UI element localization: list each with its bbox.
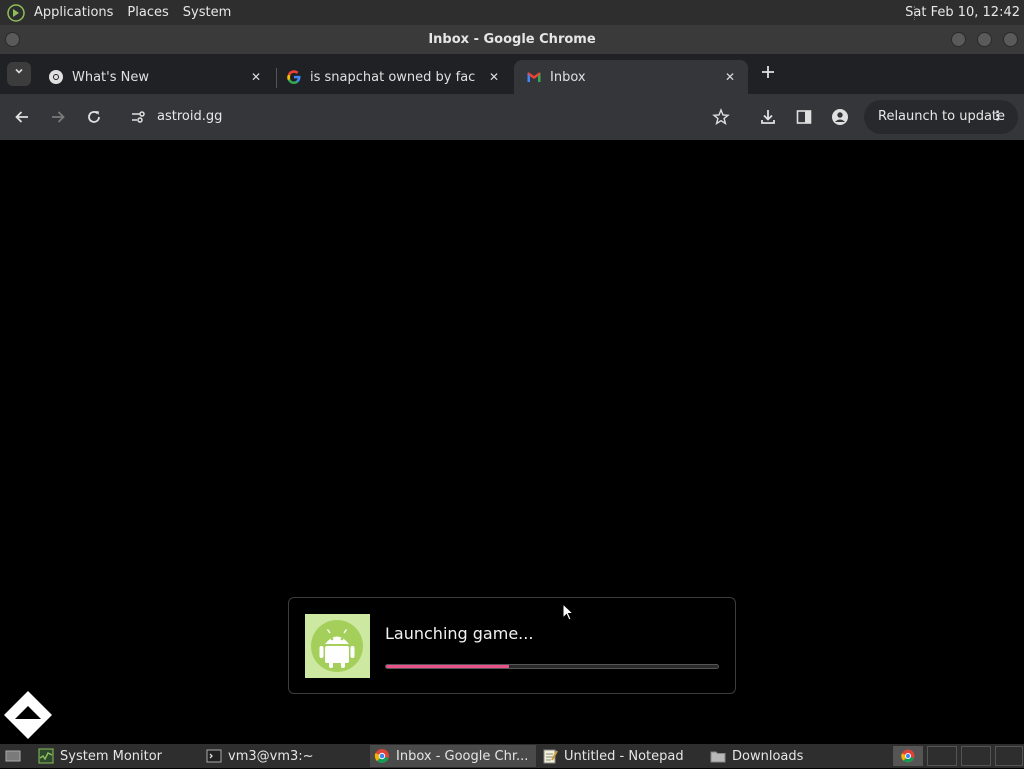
relaunch-to-update-button[interactable]: Relaunch to update ⋮ <box>864 100 1018 134</box>
task-terminal[interactable]: vm3@vm3:~ <box>202 745 366 767</box>
task-notepad[interactable]: Untitled - Notepad <box>538 745 702 767</box>
menu-system[interactable]: System <box>176 0 238 25</box>
url-text[interactable]: astroid.gg <box>157 100 222 134</box>
task-label: Downloads <box>732 748 804 764</box>
clock[interactable]: Sat Feb 10, 12:42 <box>905 0 1020 25</box>
notepad-icon <box>543 749 558 764</box>
window-menu-button[interactable] <box>5 32 20 47</box>
close-tab-icon[interactable]: ✕ <box>248 69 264 85</box>
arrow-left-icon <box>15 111 28 123</box>
chevron-down-icon <box>15 68 23 74</box>
top-panel: Applications Places System Sat Feb 10, 1… <box>0 0 1024 25</box>
profile-button[interactable] <box>828 105 852 129</box>
arrow-right-icon <box>52 111 65 123</box>
tab-whats-new[interactable]: What's New ✕ <box>36 60 274 94</box>
tab-inbox[interactable]: Inbox ✕ <box>514 60 748 94</box>
downloads-button[interactable] <box>756 105 780 129</box>
address-bar[interactable]: astroid.gg <box>118 100 740 134</box>
workspace-1[interactable] <box>893 746 923 766</box>
relaunch-label: Relaunch to update <box>878 109 1006 124</box>
google-icon <box>287 70 301 84</box>
task-label: vm3@vm3:~ <box>228 748 314 764</box>
site-info-icon[interactable] <box>130 109 146 129</box>
tab-snapchat-search[interactable]: is snapchat owned by facebook ✕ <box>274 60 512 94</box>
gmail-icon <box>527 72 541 82</box>
side-panel-button[interactable] <box>792 105 816 129</box>
window-title: Inbox - Google Chrome <box>428 32 596 47</box>
close-window-button[interactable] <box>1003 32 1018 47</box>
page-content[interactable]: Launching game... <box>0 140 1024 744</box>
maximize-button[interactable] <box>977 32 992 47</box>
tab-strip: What's New ✕ is snapchat owned by facebo… <box>0 54 1024 94</box>
task-label: Inbox - Google Chr... <box>396 748 529 764</box>
browser-toolbar: astroid.gg Relaunch to update ⋮ <box>0 94 1024 140</box>
menu-applications[interactable]: Applications <box>27 0 120 25</box>
bottom-taskbar: System Monitor vm3@vm3:~ Inbox - Google … <box>0 744 1024 768</box>
astroid-logo-icon[interactable] <box>3 690 53 740</box>
launch-status-text: Launching game... <box>385 624 534 643</box>
plus-icon <box>762 66 774 78</box>
workspace-2[interactable] <box>927 746 957 766</box>
reload-icon <box>88 111 100 123</box>
tab-title: What's New <box>72 69 149 85</box>
launch-progress-bar <box>385 664 719 669</box>
system-monitor-icon <box>38 748 54 764</box>
workspace-4[interactable] <box>995 746 1023 766</box>
profile-icon <box>832 109 848 125</box>
android-icon <box>311 620 363 672</box>
task-system-monitor[interactable]: System Monitor <box>34 745 198 767</box>
side-panel-icon <box>796 110 812 124</box>
tab-search-button[interactable] <box>7 62 31 86</box>
chrome-icon <box>49 70 63 84</box>
bookmark-star-icon[interactable] <box>712 108 730 130</box>
back-button[interactable] <box>10 105 34 129</box>
folder-icon <box>710 751 726 763</box>
terminal-icon <box>206 749 222 763</box>
window-titlebar[interactable]: Inbox - Google Chrome <box>0 25 1024 54</box>
download-icon <box>761 110 775 124</box>
close-tab-icon[interactable]: ✕ <box>722 69 738 85</box>
forward-button[interactable] <box>46 105 70 129</box>
chrome-icon <box>374 749 389 763</box>
mint-logo-icon[interactable] <box>5 2 27 24</box>
minimize-button[interactable] <box>951 32 966 47</box>
more-vert-icon[interactable]: ⋮ <box>991 100 1004 134</box>
mouse-cursor-icon <box>562 602 575 625</box>
launch-progress-fill <box>386 665 509 668</box>
menu-places[interactable]: Places <box>120 0 175 25</box>
task-downloads[interactable]: Downloads <box>706 745 870 767</box>
task-label: Untitled - Notepad <box>564 748 684 764</box>
workspace-3[interactable] <box>961 746 991 766</box>
tab-title: is snapchat owned by facebook <box>310 69 476 85</box>
show-desktop-button[interactable] <box>0 744 26 768</box>
chrome-icon <box>901 749 915 763</box>
game-thumbnail <box>305 614 370 678</box>
tab-title: Inbox <box>550 69 586 85</box>
new-tab-button[interactable] <box>757 63 779 85</box>
task-chrome-inbox[interactable]: Inbox - Google Chr... <box>370 745 536 767</box>
desktop-icon <box>5 750 21 762</box>
reload-button[interactable] <box>82 105 106 129</box>
task-label: System Monitor <box>60 748 163 764</box>
close-tab-icon[interactable]: ✕ <box>486 69 502 85</box>
launch-game-card: Launching game... <box>288 597 736 694</box>
